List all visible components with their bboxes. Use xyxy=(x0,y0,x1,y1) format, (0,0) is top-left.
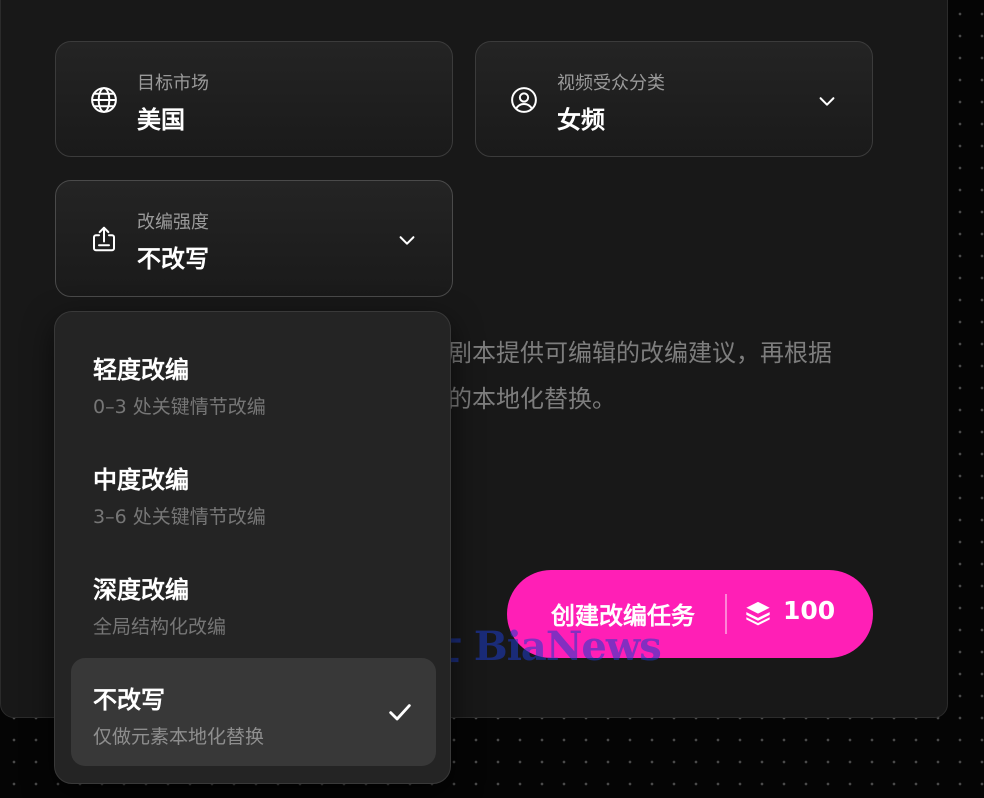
option-title: 轻度改编 xyxy=(93,356,189,384)
option-deep-adaptation[interactable]: 深度改编 全局结构化改编 xyxy=(71,548,436,656)
option-title: 深度改编 xyxy=(93,576,189,604)
chevron-down-icon xyxy=(819,97,835,106)
target-market-field[interactable]: 目标市场 美国 xyxy=(55,41,453,157)
option-no-rewrite[interactable]: 不改写 仅做元素本地化替换 xyxy=(71,658,436,766)
description-line-2: 的本地化替换。 xyxy=(448,385,616,413)
audience-category-value: 女频 xyxy=(557,106,605,134)
option-title: 中度改编 xyxy=(93,466,189,494)
adaptation-intensity-select[interactable]: 改编强度 不改写 xyxy=(55,180,453,297)
adaptation-intensity-value: 不改写 xyxy=(137,245,209,273)
option-subtitle: 0–3 处关键情节改编 xyxy=(93,396,266,418)
option-light-adaptation[interactable]: 轻度改编 0–3 处关键情节改编 xyxy=(71,328,436,436)
audience-category-label: 视频受众分类 xyxy=(557,73,665,94)
option-title: 不改写 xyxy=(93,686,165,714)
option-subtitle: 3–6 处关键情节改编 xyxy=(93,506,266,528)
checkmark-icon xyxy=(389,704,411,721)
coin-stack-icon xyxy=(746,601,770,626)
target-market-label: 目标市场 xyxy=(137,73,209,94)
audience-category-select[interactable]: 视频受众分类 女频 xyxy=(475,41,873,157)
adaptation-intensity-dropdown: 轻度改编 0–3 处关键情节改编 中度改编 3–6 处关键情节改编 深度改编 全… xyxy=(54,311,451,784)
description-text: 剧本提供可编辑的改编建议，再根据 的本地化替换。 xyxy=(448,330,832,422)
button-divider xyxy=(725,594,727,634)
chevron-down-icon xyxy=(399,236,415,245)
credit-cost: 100 xyxy=(783,596,836,625)
user-circle-icon xyxy=(511,87,537,113)
share-upload-icon xyxy=(93,226,115,252)
description-line-1: 剧本提供可编辑的改编建议，再根据 xyxy=(448,339,832,367)
option-subtitle: 仅做元素本地化替换 xyxy=(93,726,265,748)
adaptation-intensity-label: 改编强度 xyxy=(137,212,209,233)
option-subtitle: 全局结构化改编 xyxy=(93,616,227,638)
target-market-value: 美国 xyxy=(137,106,185,134)
globe-icon xyxy=(91,87,117,113)
option-medium-adaptation[interactable]: 中度改编 3–6 处关键情节改编 xyxy=(71,438,436,546)
